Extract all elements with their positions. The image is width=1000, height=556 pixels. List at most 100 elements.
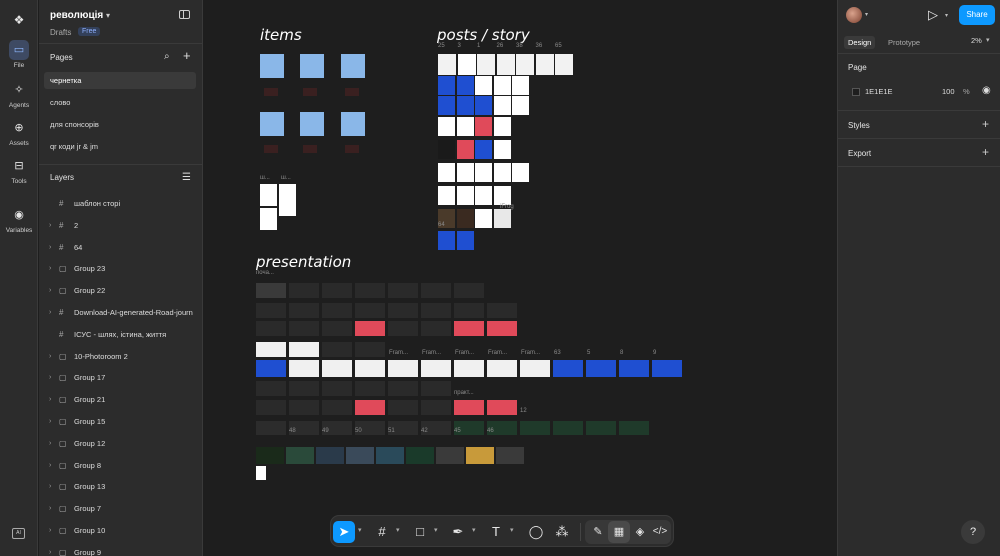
chevron-down-icon[interactable]: ▾ — [472, 526, 476, 534]
post-thumbnail[interactable] — [475, 76, 492, 95]
layer-row[interactable]: › # Download-AI-generated-Road-journ — [39, 304, 203, 322]
post-thumbnail[interactable] — [457, 54, 476, 75]
chevron-right-icon[interactable]: › — [49, 435, 51, 453]
slide-thumbnail[interactable] — [421, 400, 451, 415]
chevron-right-icon[interactable]: › — [49, 304, 51, 322]
slide-thumbnail[interactable] — [289, 342, 319, 357]
frame-tool-button[interactable]: # — [371, 521, 393, 543]
slide-thumbnail[interactable] — [421, 283, 451, 298]
post-thumbnail[interactable] — [475, 186, 492, 205]
chevron-down-icon[interactable]: ▾ — [396, 526, 400, 534]
chevron-right-icon[interactable]: › — [49, 544, 51, 556]
slide-thumbnail[interactable] — [256, 342, 286, 357]
post-thumbnail[interactable] — [493, 186, 511, 205]
post-thumbnail[interactable] — [493, 76, 511, 95]
rail-agents-button[interactable]: ✧ Agents — [0, 80, 38, 109]
chevron-down-icon[interactable]: ▾ — [986, 36, 990, 44]
comment-tool-button[interactable]: ◯ — [525, 521, 547, 543]
add-style-icon[interactable]: + — [982, 117, 989, 131]
slide-thumbnail[interactable] — [289, 283, 319, 298]
chevron-right-icon[interactable]: › — [49, 369, 51, 387]
rail-file-button[interactable]: ▭ File — [0, 40, 38, 69]
slide-thumbnail[interactable] — [256, 360, 286, 377]
slide-thumbnail[interactable] — [619, 360, 649, 377]
ai-icon[interactable]: AI — [12, 528, 25, 539]
post-thumbnail[interactable] — [456, 209, 474, 228]
page-item[interactable]: для спонсорів — [44, 116, 196, 133]
layer-row[interactable]: › #64 — [39, 239, 203, 257]
post-thumbnail[interactable] — [493, 209, 511, 228]
post-thumbnail[interactable] — [438, 186, 455, 205]
post-thumbnail[interactable] — [493, 163, 511, 182]
chevron-right-icon[interactable]: › — [49, 239, 51, 257]
slide-thumbnail[interactable] — [454, 321, 484, 336]
post-thumbnail[interactable] — [512, 163, 529, 182]
chevron-right-icon[interactable]: › — [49, 522, 51, 540]
layer-row[interactable]: › ▢ Group 17 — [39, 369, 203, 387]
eye-icon[interactable]: ◉ — [982, 85, 991, 96]
slide-thumbnail[interactable] — [256, 303, 286, 318]
slide-thumbnail[interactable] — [289, 360, 319, 377]
slide-thumbnail[interactable] — [289, 400, 319, 415]
actions-button[interactable]: ⁂ — [551, 521, 573, 543]
shape-tool-button[interactable]: □ — [409, 521, 431, 543]
layer-row[interactable]: › ▢ Group 7 — [39, 500, 203, 518]
post-thumbnail[interactable] — [475, 209, 492, 228]
drafts-link[interactable]: Drafts — [50, 28, 71, 37]
item-thumbnail[interactable] — [341, 54, 365, 78]
slide-thumbnail[interactable] — [256, 381, 286, 396]
rail-variables-button[interactable]: ◉ Variables — [0, 205, 38, 234]
post-thumbnail[interactable] — [516, 54, 534, 75]
slide-thumbnail[interactable] — [406, 447, 434, 464]
item-thumbnail[interactable] — [300, 54, 324, 78]
layer-row[interactable]: # шаблон сторі — [39, 195, 203, 213]
main-menu-button[interactable]: ❖ — [0, 10, 38, 30]
post-thumbnail[interactable] — [438, 231, 455, 250]
slide-thumbnail[interactable] — [376, 447, 404, 464]
slide-thumbnail[interactable] — [286, 447, 314, 464]
slide-thumbnail[interactable] — [322, 381, 352, 396]
sidebar-toggle-icon[interactable] — [179, 10, 190, 19]
slide-thumbnail[interactable] — [520, 360, 550, 377]
item-thumbnail[interactable] — [300, 112, 324, 136]
post-thumbnail[interactable] — [475, 140, 492, 159]
slide-thumbnail[interactable] — [454, 303, 484, 318]
post-thumbnail[interactable] — [456, 117, 474, 136]
slide-thumbnail[interactable] — [421, 381, 451, 396]
slide-thumbnail[interactable] — [586, 360, 616, 377]
chevron-right-icon[interactable]: › — [49, 500, 51, 518]
post-thumbnail[interactable] — [475, 96, 492, 115]
post-thumbnail[interactable] — [475, 163, 492, 182]
chevron-right-icon[interactable]: › — [49, 260, 51, 278]
post-thumbnail[interactable] — [456, 96, 474, 115]
slide-thumbnail[interactable] — [322, 303, 352, 318]
chevron-right-icon[interactable]: › — [49, 348, 51, 366]
search-icon[interactable]: ⌕ — [164, 51, 170, 62]
item-thumbnail[interactable] — [264, 145, 278, 153]
tab-design[interactable]: Design — [844, 36, 876, 49]
post-thumbnail[interactable] — [512, 76, 529, 95]
slide-thumbnail[interactable] — [346, 447, 374, 464]
rail-assets-button[interactable]: ⊕ Assets — [0, 118, 38, 147]
post-thumbnail[interactable] — [477, 54, 495, 75]
add-page-icon[interactable]: + — [183, 48, 191, 63]
slide-thumbnail[interactable] — [496, 447, 524, 464]
chevron-right-icon[interactable]: › — [49, 413, 51, 431]
slide-thumbnail[interactable] — [487, 321, 517, 336]
slide-thumbnail[interactable] — [289, 321, 319, 336]
post-thumbnail[interactable] — [456, 163, 474, 182]
item-thumbnail[interactable] — [345, 88, 359, 96]
post-thumbnail[interactable] — [438, 54, 456, 75]
item-thumbnail[interactable] — [260, 112, 284, 136]
slide-thumbnail[interactable] — [316, 447, 344, 464]
chevron-down-icon[interactable]: ▾ — [945, 12, 948, 19]
post-thumbnail[interactable] — [493, 117, 511, 136]
slide-thumbnail[interactable] — [388, 360, 418, 377]
tab-prototype[interactable]: Prototype — [884, 36, 924, 49]
slide-thumbnail[interactable] — [355, 321, 385, 336]
slide-thumbnail[interactable] — [421, 303, 451, 318]
chevron-down-icon[interactable]: ▾ — [106, 11, 110, 20]
slide-thumbnail[interactable] — [289, 303, 319, 318]
post-thumbnail[interactable] — [438, 140, 455, 159]
slide-thumbnail[interactable] — [586, 421, 616, 435]
